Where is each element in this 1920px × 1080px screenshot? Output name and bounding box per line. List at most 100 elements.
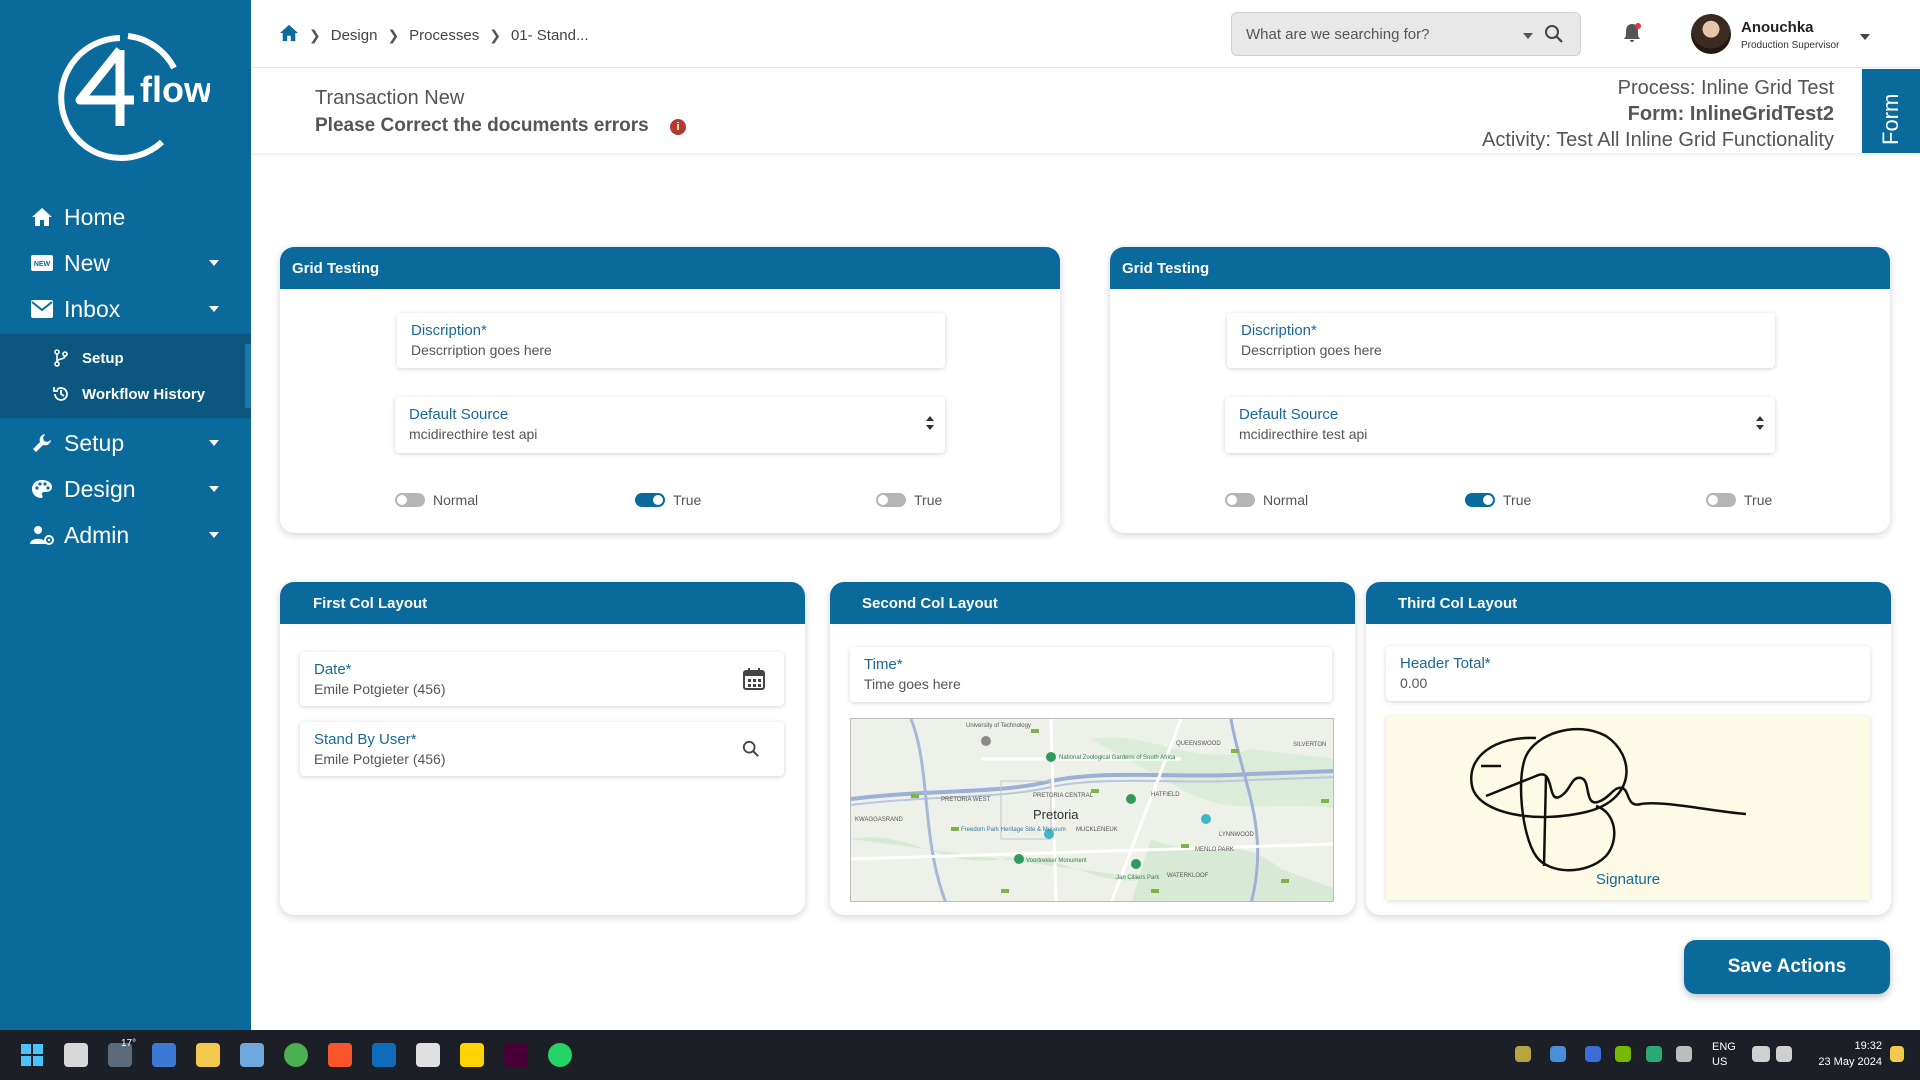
sidebar-item-home[interactable]: Home xyxy=(0,194,251,240)
signature-pad[interactable]: Signature xyxy=(1386,716,1870,900)
description-field[interactable]: Discription* Descrription goes here xyxy=(397,313,945,368)
first-col-card: First Col Layout Date* Emile Potgieter (… xyxy=(280,582,805,915)
tray-app-icon[interactable] xyxy=(1550,1046,1566,1062)
toggle-switch[interactable] xyxy=(876,493,906,507)
form-tab[interactable]: Form xyxy=(1862,69,1920,153)
chevron-down-icon xyxy=(209,260,219,266)
toggle-true-1[interactable]: True xyxy=(1465,492,1531,508)
search-icon[interactable] xyxy=(742,740,760,763)
utorrent-icon[interactable] xyxy=(284,1043,308,1067)
card-title: Grid Testing xyxy=(1110,247,1890,289)
file-explorer-icon[interactable] xyxy=(196,1043,220,1067)
language-indicator[interactable]: ENG US xyxy=(1712,1041,1736,1068)
clock-time: 19:32 xyxy=(1854,1040,1882,1052)
toggle-switch[interactable] xyxy=(1465,493,1495,507)
security-icon[interactable] xyxy=(1646,1046,1662,1062)
inbox-submenu: Setup Workflow History xyxy=(0,334,251,418)
toggle-true-1[interactable]: True xyxy=(635,492,701,508)
toggle-true-2[interactable]: True xyxy=(1706,492,1772,508)
sticky-notes-icon[interactable] xyxy=(460,1043,484,1067)
task-view-icon[interactable] xyxy=(64,1043,88,1067)
breadcrumb-processes[interactable]: Processes xyxy=(409,27,479,44)
save-actions-button[interactable]: Save Actions xyxy=(1684,940,1890,994)
toggle-switch[interactable] xyxy=(635,493,665,507)
store-icon[interactable] xyxy=(152,1043,176,1067)
bell-icon[interactable] xyxy=(1621,22,1643,49)
network-icon[interactable] xyxy=(1752,1046,1770,1062)
grid-testing-card-right: Grid Testing Discription* Descrription g… xyxy=(1110,247,1890,533)
toggle-switch[interactable] xyxy=(1225,493,1255,507)
snipping-icon[interactable] xyxy=(416,1043,440,1067)
toggle-switch[interactable] xyxy=(1706,493,1736,507)
map-city-label: Pretoria xyxy=(1033,807,1079,822)
description-field[interactable]: Discription* Descrription goes here xyxy=(1227,313,1775,368)
calendar-icon[interactable] xyxy=(742,667,766,696)
field-value: Descrription goes here xyxy=(1241,342,1382,358)
user-name[interactable]: Anouchka xyxy=(1741,19,1814,36)
map-label: PRETORIA WEST xyxy=(941,797,991,803)
map-graphic: Pretoria PRETORIA WEST PRETORIA CENTRAL … xyxy=(851,719,1333,901)
chevron-down-icon[interactable] xyxy=(1860,34,1870,40)
volume-icon[interactable] xyxy=(1776,1046,1792,1062)
caret-down-icon[interactable] xyxy=(1523,33,1533,39)
avatar[interactable] xyxy=(1691,14,1731,54)
toggle-switch[interactable] xyxy=(395,493,425,507)
svg-text:NEW: NEW xyxy=(34,261,51,268)
sidebar-item-new[interactable]: NEW New xyxy=(0,240,251,286)
default-source-select[interactable]: Default Source mcidirecthire test api xyxy=(395,397,945,453)
search-icon[interactable] xyxy=(1544,24,1564,49)
lang-text: ENG xyxy=(1712,1041,1736,1053)
map-label: QUEENSWOOD xyxy=(1176,741,1221,747)
tray-app-icon[interactable] xyxy=(1515,1046,1531,1062)
4flow-logo: flow xyxy=(58,33,210,161)
field-label: Date* xyxy=(314,661,352,678)
breadcrumb-current[interactable]: 01- Stand... xyxy=(511,27,589,44)
clock[interactable]: 19:32 23 May 2024 xyxy=(1812,1040,1882,1068)
breadcrumb-design[interactable]: Design xyxy=(331,27,378,44)
sidebar-subitem-setup[interactable]: Setup xyxy=(0,340,251,376)
outlook-icon[interactable] xyxy=(372,1043,396,1067)
whatsapp-icon[interactable] xyxy=(548,1043,572,1067)
history-icon xyxy=(52,385,70,403)
keyboard-icon[interactable] xyxy=(1676,1046,1692,1062)
chevron-right-icon: ❯ xyxy=(387,26,400,43)
toggle-normal[interactable]: Normal xyxy=(395,492,478,508)
bluetooth-icon[interactable] xyxy=(1585,1046,1601,1062)
brave-icon[interactable] xyxy=(328,1043,352,1067)
date-field[interactable]: Date* Emile Potgieter (456) xyxy=(300,652,784,706)
notification-bell-icon[interactable] xyxy=(1890,1046,1904,1062)
time-field[interactable]: Time* Time goes here xyxy=(850,647,1332,702)
windows-start-icon[interactable] xyxy=(20,1043,44,1067)
user-role: Production Supervisor xyxy=(1741,40,1840,51)
grid-testing-card-left: Grid Testing Discription* Descrription g… xyxy=(280,247,1060,533)
topbar: ❯ Design ❯ Processes ❯ 01- Stand... Anou… xyxy=(251,0,1920,68)
envelope-icon xyxy=(30,297,54,321)
field-value: Time goes here xyxy=(864,676,961,692)
nvidia-icon[interactable] xyxy=(1615,1046,1631,1062)
sidebar-item-setup[interactable]: Setup xyxy=(0,420,251,466)
default-source-select[interactable]: Default Source mcidirecthire test api xyxy=(1225,397,1775,453)
sidebar-item-admin[interactable]: Admin xyxy=(0,512,251,558)
search-input[interactable] xyxy=(1246,23,1516,45)
home-icon[interactable] xyxy=(279,24,299,46)
map-view[interactable]: Pretoria PRETORIA WEST PRETORIA CENTRAL … xyxy=(850,718,1334,902)
sidebar-item-inbox[interactable]: Inbox xyxy=(0,286,251,332)
map-label: MENLO PARK xyxy=(1195,847,1234,853)
remote-desktop-icon[interactable] xyxy=(240,1043,264,1067)
sidebar-item-label: Admin xyxy=(64,521,130,548)
toggle-normal[interactable]: Normal xyxy=(1225,492,1308,508)
map-label: University of Technology xyxy=(966,723,1031,729)
field-value: mcidirecthire test api xyxy=(1239,426,1368,442)
error-message: Please Correct the documents errors xyxy=(315,115,649,136)
sidebar-subitem-workflow-history[interactable]: Workflow History xyxy=(0,376,251,412)
stand-by-user-field[interactable]: Stand By User* Emile Potgieter (456) xyxy=(300,722,784,776)
info-icon[interactable]: i xyxy=(670,119,686,135)
palette-icon xyxy=(30,477,54,501)
header-total-field[interactable]: Header Total* 0.00 xyxy=(1386,646,1870,701)
adobe-xd-icon[interactable] xyxy=(504,1043,528,1067)
sidebar-item-design[interactable]: Design xyxy=(0,466,251,512)
chevron-down-icon xyxy=(209,440,219,446)
toggle-true-2[interactable]: True xyxy=(876,492,942,508)
map-label: PRETORIA CENTRAL xyxy=(1033,793,1094,799)
toggle-label: Normal xyxy=(1263,492,1309,508)
